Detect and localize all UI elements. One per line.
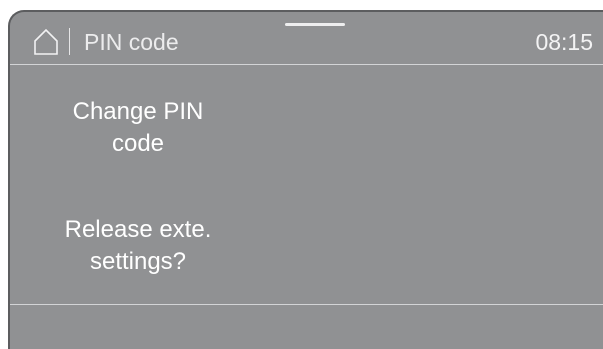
menu-item-label-line: Release exte. (64, 216, 212, 243)
pull-down-handle[interactable] (285, 23, 345, 26)
header-divider (69, 28, 70, 55)
page-title: PIN code (84, 29, 179, 55)
menu-item-release-settings[interactable]: Release exte. settings? (40, 214, 236, 278)
clock: 08:15 (535, 29, 593, 55)
footer-divider (10, 304, 603, 305)
menu-item-label-line: code (111, 130, 165, 157)
home-icon[interactable] (34, 28, 58, 55)
display-screen: PIN code 08:15 Change PIN code Release e… (8, 10, 603, 349)
menu-item-label-line: settings? (89, 248, 187, 275)
menu-item-label-line: Change PIN (72, 98, 204, 125)
status-bar: PIN code 08:15 (10, 12, 603, 65)
menu-item-change-pin[interactable]: Change PIN code (40, 96, 236, 160)
